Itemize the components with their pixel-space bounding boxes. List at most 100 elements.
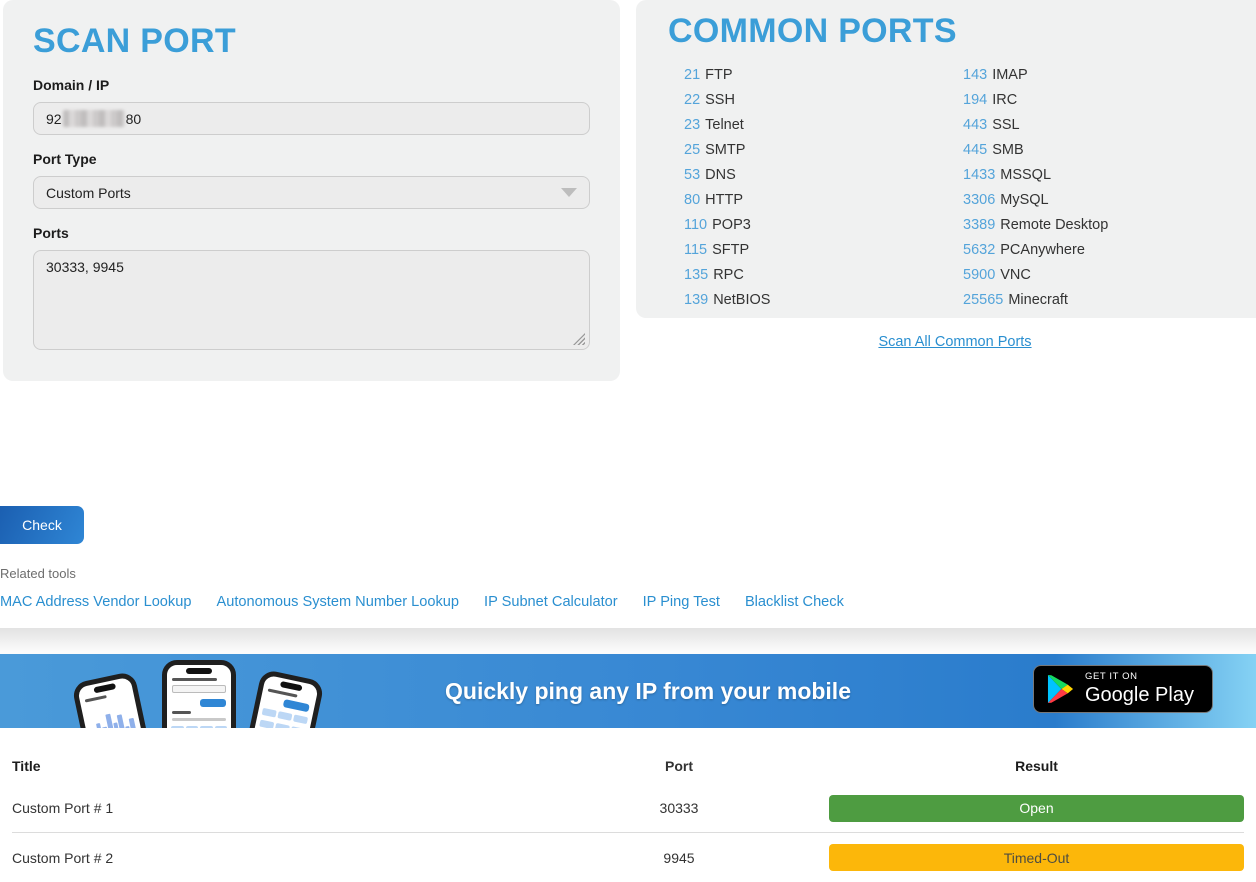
port-number: 5900 (963, 267, 995, 283)
common-port-item[interactable]: 143 IMAP (963, 63, 1242, 88)
port-name: IRC (992, 92, 1017, 108)
domain-ip-redacted-blur (63, 110, 125, 127)
check-button[interactable]: Check (0, 506, 84, 544)
port-type-selected-value: Custom Ports (46, 185, 131, 201)
scan-port-title: SCAN PORT (33, 22, 590, 61)
port-number: 443 (963, 117, 987, 133)
phone-mockup-right (235, 669, 325, 728)
port-name: VNC (1000, 267, 1031, 283)
common-port-item[interactable]: 115SFTP (684, 238, 963, 263)
scan-all-common-ports-link[interactable]: Scan All Common Ports (878, 334, 1031, 350)
common-port-item[interactable]: 443 SSL (963, 113, 1242, 138)
port-name: NetBIOS (713, 292, 770, 308)
scan-all-wrap: Scan All Common Ports (636, 333, 1256, 351)
status-badge: Open (829, 795, 1244, 822)
mobile-app-banner: Quickly ping any IP from your mobile GET… (0, 654, 1256, 728)
port-name: Minecraft (1008, 292, 1068, 308)
port-number: 53 (684, 167, 700, 183)
section-separator (0, 628, 1256, 654)
badge-get-it-on: GET IT ON (1085, 672, 1194, 682)
common-ports-col-right: 143 IMAP 194IRC 443 SSL 445 SMB 1433 MSSQL 3306My… (963, 63, 1242, 313)
common-ports-col-left: 21FTP22SSH23Telnet25SMTP 53 DNS 80HTTP110PO… (684, 63, 963, 313)
domain-ip-input[interactable]: 92 80 (33, 102, 590, 135)
top-panels: SCAN PORT Domain / IP 9280 Port Type Cus… (0, 0, 1256, 381)
row-title: Custom Port # 2 (12, 850, 612, 866)
phone-notch (186, 668, 213, 674)
port-number: 135 (684, 267, 708, 283)
common-port-item[interactable]: 110POP3 (684, 213, 963, 238)
ports-label: Ports (33, 225, 590, 241)
ports-textarea[interactable]: 30333, 9945 (33, 250, 590, 350)
port-number: 143 (963, 67, 987, 83)
mini-button (200, 699, 226, 707)
domain-ip-value-suffix: 80 (126, 111, 142, 127)
phone-notch (93, 683, 116, 694)
related-tool-link[interactable]: IP Subnet Calculator (484, 594, 618, 610)
related-tool-link[interactable]: Autonomous System Number Lookup (216, 594, 459, 610)
common-port-item[interactable]: 3306MySQL (963, 188, 1242, 213)
port-number: 445 (963, 142, 987, 158)
badge-google-play: Google Play (1085, 684, 1194, 706)
banner-headline: Quickly ping any IP from your mobile (445, 678, 851, 705)
port-name: SSL (992, 117, 1019, 133)
common-port-item[interactable]: 22SSH (684, 88, 963, 113)
common-ports-grid: 21FTP22SSH23Telnet25SMTP 53 DNS 80HTTP110PO… (668, 63, 1242, 313)
common-port-item[interactable]: 80HTTP (684, 188, 963, 213)
port-name: IMAP (992, 67, 1027, 83)
common-port-item[interactable]: 5632 PCAnywhere (963, 238, 1242, 263)
common-port-item[interactable]: 23Telnet (684, 113, 963, 138)
domain-ip-value-prefix: 92 (46, 111, 62, 127)
port-name: HTTP (705, 192, 743, 208)
results-rows: Custom Port # 130333 Open Custom Port # 29… (12, 784, 1244, 882)
phone-mockups (80, 660, 330, 728)
google-play-badge[interactable]: GET IT ON Google Play (1033, 665, 1213, 713)
port-name: MySQL (1000, 192, 1048, 208)
scan-results-table: Title Port Result Custom Port # 130333 Op… (0, 750, 1256, 882)
row-port: 9945 (612, 850, 746, 866)
related-tool-link[interactable]: IP Ping Test (643, 594, 720, 610)
common-port-item[interactable]: 53 DNS (684, 163, 963, 188)
port-name: SMTP (705, 142, 745, 158)
port-name: SSH (705, 92, 735, 108)
phone-mockup-left (71, 671, 161, 728)
results-header-row: Title Port Result (12, 750, 1244, 784)
port-number: 25565 (963, 292, 1003, 308)
mini-chart (88, 705, 139, 728)
port-number: 1433 (963, 167, 995, 183)
common-port-item[interactable]: 135 RPC (684, 263, 963, 288)
common-port-item[interactable]: 25SMTP (684, 138, 963, 163)
related-tools-label: Related tools (0, 566, 1256, 581)
row-title: Custom Port # 1 (12, 800, 612, 816)
common-ports-panel: COMMON PORTS 21FTP22SSH23Telnet25SMTP53D… (636, 0, 1256, 318)
header-port: Port (612, 758, 746, 774)
common-port-item[interactable]: 5900 VNC (963, 263, 1242, 288)
port-number: 115 (684, 242, 707, 258)
related-tool-link[interactable]: MAC Address Vendor Lookup (0, 594, 191, 610)
port-name: POP3 (712, 217, 751, 233)
related-tool-link[interactable]: Blacklist Check (745, 594, 844, 610)
port-number: 3389 (963, 217, 995, 233)
common-port-item[interactable]: 21FTP (684, 63, 963, 88)
port-name: DNS (705, 167, 736, 183)
port-name: MSSQL (1000, 167, 1051, 183)
scan-port-panel: SCAN PORT Domain / IP 9280 Port Type Cus… (3, 0, 620, 381)
port-name: SMB (992, 142, 1023, 158)
common-port-item[interactable]: 194IRC (963, 88, 1242, 113)
common-port-item[interactable]: 1433 MSSQL (963, 163, 1242, 188)
google-play-badge-text: GET IT ON Google Play (1085, 672, 1194, 705)
header-result: Result (829, 758, 1244, 774)
common-port-item[interactable]: 25565 Minecraft (963, 288, 1242, 313)
row-port: 30333 (612, 800, 746, 816)
port-number: 139 (684, 292, 708, 308)
port-name: RPC (713, 267, 744, 283)
chevron-down-icon (561, 188, 577, 197)
port-type-select[interactable]: Custom Ports (33, 176, 590, 209)
common-port-item[interactable]: 139 NetBIOS (684, 288, 963, 313)
port-number: 5632 (963, 242, 995, 258)
domain-ip-label: Domain / IP (33, 77, 590, 93)
port-name: PCAnywhere (1000, 242, 1085, 258)
resize-handle-icon[interactable] (573, 333, 585, 345)
common-port-item[interactable]: 445 SMB (963, 138, 1242, 163)
phone-mockup-center (162, 660, 236, 728)
common-port-item[interactable]: 3389Remote Desktop (963, 213, 1242, 238)
